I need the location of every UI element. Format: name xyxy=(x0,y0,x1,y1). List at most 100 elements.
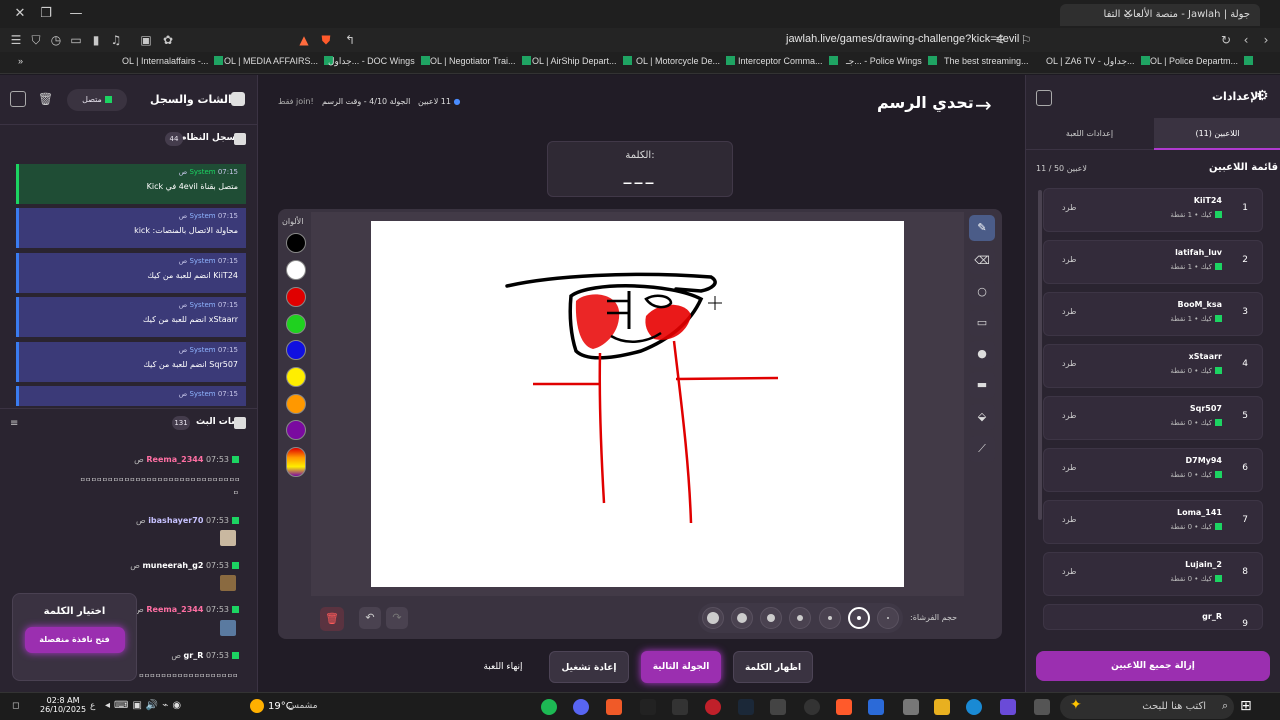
reload-icon[interactable]: ↻ xyxy=(1218,32,1234,48)
discord-icon[interactable] xyxy=(573,699,589,715)
bookmark-icon[interactable]: ⚐ xyxy=(1018,32,1034,48)
bookmark-item[interactable]: Interceptor Comma... xyxy=(738,56,838,66)
edge-icon[interactable] xyxy=(966,699,982,715)
clock[interactable]: 02:8 AM 26/10/2025 xyxy=(40,696,86,714)
bookmark-item[interactable]: OL | Internalaffairs -... xyxy=(122,56,224,66)
bookmark-item[interactable]: جداول... - DOC Wings xyxy=(328,56,430,67)
kick-button[interactable]: طرد xyxy=(1062,307,1076,316)
kick-button[interactable]: طرد xyxy=(1062,567,1076,576)
minimize-window-icon[interactable]: — xyxy=(68,6,84,22)
filled-rect-tool-icon[interactable]: ▬ xyxy=(969,372,995,398)
color-swatch-orange[interactable] xyxy=(286,394,306,414)
circle-tool-icon[interactable]: ○ xyxy=(969,279,995,305)
bookmark-item[interactable]: OL | Negotiator Trai... xyxy=(430,56,531,66)
app-icon[interactable] xyxy=(705,699,721,715)
kick-button[interactable]: طرد xyxy=(1062,203,1076,212)
wallet-icon[interactable]: ▣ xyxy=(138,32,154,48)
brave-shield-icon[interactable]: ⛊ xyxy=(318,32,334,48)
brush-size-option[interactable] xyxy=(760,607,782,629)
brush-size-option-selected[interactable] xyxy=(848,607,870,629)
brave-icon[interactable] xyxy=(836,699,852,715)
bookmark-item[interactable]: OL | AirShip Depart... xyxy=(532,56,632,66)
brush-size-option[interactable] xyxy=(877,607,899,629)
trash-icon[interactable]: 🗑 xyxy=(38,92,53,106)
scrollbar[interactable] xyxy=(1038,190,1042,520)
app-icon[interactable] xyxy=(1000,699,1016,715)
brush-size-option[interactable] xyxy=(789,607,811,629)
filled-circle-tool-icon[interactable]: ● xyxy=(969,341,995,367)
notification-icon[interactable]: ◻ xyxy=(12,701,19,711)
forward-icon[interactable]: ‹ xyxy=(1238,32,1254,48)
share-icon[interactable]: ↰ xyxy=(342,32,358,48)
tab-game-settings[interactable]: إعدادات اللعبة xyxy=(1026,118,1153,150)
bookmark-item[interactable]: جـ... - Police Wings xyxy=(846,56,937,67)
app-icon[interactable] xyxy=(868,699,884,715)
shield-icon[interactable]: ⛉ xyxy=(28,32,44,48)
open-window-button[interactable]: فتح نافذة منفصلة xyxy=(24,627,125,653)
color-swatch-yellow[interactable] xyxy=(286,367,306,387)
bookmarks-overflow-icon[interactable]: » xyxy=(18,56,23,66)
tune-icon[interactable]: ⚟ xyxy=(992,32,1008,48)
bookmark-item[interactable]: OL | ZA6 TV - جداول... xyxy=(1046,56,1150,67)
color-swatch-blue[interactable] xyxy=(286,340,306,360)
kick-button[interactable]: طرد xyxy=(1062,411,1076,420)
tabs-icon[interactable]: ▭ xyxy=(68,32,84,48)
bookmark-item[interactable]: OL | Police Departm... xyxy=(1150,56,1254,66)
brush-size-option[interactable] xyxy=(731,607,753,629)
history-icon[interactable]: ◷ xyxy=(48,32,64,48)
app-icon[interactable] xyxy=(606,699,622,715)
bookmark-item[interactable]: OL | MEDIA AFFAIRS... xyxy=(224,56,334,66)
app-icon[interactable] xyxy=(672,699,688,715)
restart-button[interactable]: إعادة تشغيل xyxy=(549,651,629,683)
tab-jawlah[interactable]: جولة | Jawlah - منصة الألعاب التفا xyxy=(1060,4,1260,26)
collapse-settings-icon[interactable] xyxy=(1036,90,1052,106)
bookmark-item[interactable]: The best streaming... xyxy=(944,56,1029,66)
pen-tool-icon[interactable]: ✎ xyxy=(969,215,995,241)
drawing-canvas[interactable] xyxy=(371,221,904,587)
close-window-icon[interactable]: ✕ xyxy=(12,6,28,22)
app-icon[interactable] xyxy=(804,699,820,715)
sidebar-icon[interactable]: ▮ xyxy=(88,32,104,48)
eraser-tool-icon[interactable]: ⌫ xyxy=(969,248,995,274)
steam-icon[interactable] xyxy=(738,699,754,715)
fill-tool-icon[interactable]: ⬙ xyxy=(969,404,995,430)
url-text[interactable]: jawlah.live/games/drawing-challenge?kick… xyxy=(786,33,1019,45)
line-tool-icon[interactable]: ⟋ xyxy=(969,436,995,462)
color-swatch-black[interactable] xyxy=(286,233,306,253)
back-icon[interactable]: › xyxy=(1258,32,1274,48)
task-view-icon[interactable] xyxy=(1034,699,1050,715)
kick-button[interactable]: طرد xyxy=(1062,255,1076,264)
clear-canvas-icon[interactable]: 🗑 xyxy=(320,607,344,631)
rectangle-tool-icon[interactable]: ▭ xyxy=(969,310,995,336)
undo-icon[interactable]: ↶ xyxy=(359,607,381,629)
color-swatch-purple[interactable] xyxy=(286,420,306,440)
spotify-icon[interactable] xyxy=(541,699,557,715)
app-icon[interactable] xyxy=(770,699,786,715)
color-swatch-red[interactable] xyxy=(286,287,306,307)
language-indicator[interactable]: ع xyxy=(90,701,95,711)
color-swatch-green[interactable] xyxy=(286,314,306,334)
search-box[interactable]: اكتب هنا للبحث xyxy=(1060,695,1234,719)
puzzle-icon[interactable]: ✿ xyxy=(160,32,176,48)
show-word-button[interactable]: اظهار الكلمة xyxy=(733,651,813,683)
start-icon[interactable]: ⊞ xyxy=(1240,698,1252,714)
end-game-button[interactable]: إنهاء اللعبة xyxy=(473,651,533,683)
explorer-icon[interactable] xyxy=(934,699,950,715)
close-tab-icon[interactable]: ✕ xyxy=(1120,6,1136,22)
menu-icon[interactable]: ☰ xyxy=(8,32,24,48)
back-arrow-icon[interactable]: → xyxy=(975,93,992,117)
custom-color-picker[interactable] xyxy=(286,447,306,477)
tab-players[interactable]: اللاعبين (11) xyxy=(1154,118,1280,150)
warning-icon[interactable]: ▲ xyxy=(296,32,312,48)
app-icon[interactable] xyxy=(903,699,919,715)
kick-button[interactable]: طرد xyxy=(1062,463,1076,472)
copilot-icon[interactable]: ✦ xyxy=(1070,697,1082,713)
bookmark-item[interactable]: OL | Motorcycle De... xyxy=(636,56,736,66)
brush-size-option[interactable] xyxy=(819,607,841,629)
kick-button[interactable]: طرد xyxy=(1062,515,1076,524)
remove-all-players-button[interactable]: إزالة جميع اللاعبين xyxy=(1036,651,1270,681)
kick-button[interactable]: طرد xyxy=(1062,359,1076,368)
app-icon[interactable] xyxy=(640,699,656,715)
collapse-panel-icon[interactable] xyxy=(10,91,26,107)
color-swatch-white[interactable] xyxy=(286,260,306,280)
